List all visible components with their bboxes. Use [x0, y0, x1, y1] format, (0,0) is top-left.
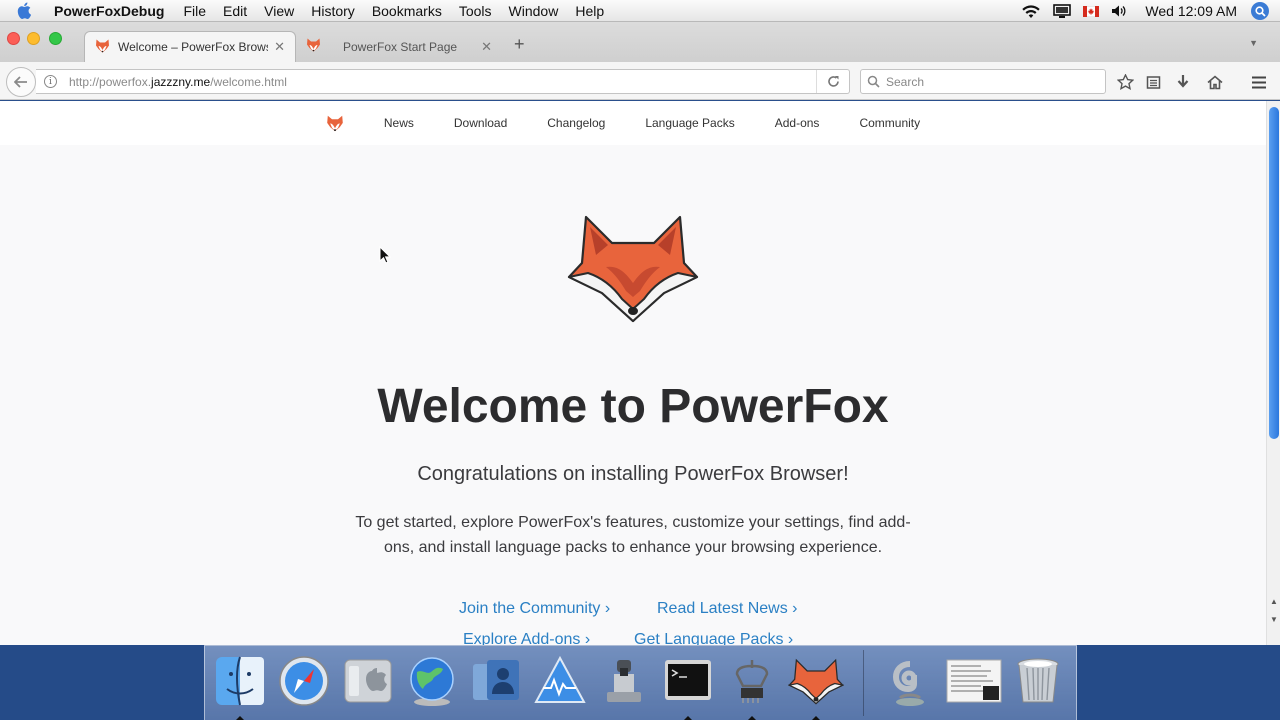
network-globe-icon[interactable] — [403, 652, 461, 710]
fox-favicon-icon — [306, 38, 321, 55]
bookmarks-menu-icon[interactable] — [1143, 72, 1163, 92]
mouse-cursor-icon — [379, 245, 392, 269]
system-preferences-icon[interactable] — [339, 652, 397, 710]
reload-icon[interactable] — [816, 70, 849, 93]
close-tab-icon[interactable]: ✕ — [274, 39, 285, 55]
back-button[interactable] — [6, 67, 36, 97]
tab-welcome[interactable]: Welcome – PowerFox Browser ✕ — [84, 31, 296, 62]
read-latest-news-link[interactable]: Read Latest News › — [657, 600, 798, 618]
wifi-icon[interactable] — [1021, 4, 1041, 19]
powerfox-logo-icon — [566, 211, 700, 328]
fox-favicon-icon — [95, 39, 110, 56]
scrollbar-thumb[interactable] — [1269, 107, 1279, 439]
tab-title: Welcome – PowerFox Browser — [118, 40, 268, 54]
finder-icon[interactable] — [211, 652, 269, 710]
document-icon[interactable] — [945, 652, 1003, 710]
new-tab-button[interactable]: + — [514, 34, 525, 55]
list-all-tabs-icon[interactable]: ▼ — [1249, 38, 1258, 48]
tab-strip: Welcome – PowerFox Browser ✕ PowerFox St… — [0, 22, 1280, 62]
menu-tools[interactable]: Tools — [459, 3, 492, 19]
desktop-background — [0, 645, 1280, 720]
dock — [204, 645, 1077, 720]
nav-link-add-ons[interactable]: Add-ons — [775, 116, 820, 130]
search-placeholder: Search — [886, 74, 925, 89]
nav-link-changelog[interactable]: Changelog — [547, 116, 605, 130]
nav-link-news[interactable]: News — [384, 116, 414, 130]
menu-edit[interactable]: Edit — [223, 3, 247, 19]
nav-link-community[interactable]: Community — [859, 116, 920, 130]
preview-icon[interactable] — [595, 652, 653, 710]
app-menu[interactable]: PowerFoxDebug — [54, 3, 164, 19]
url-domain: jazzzny.me — [151, 74, 211, 89]
window-zoom-button[interactable] — [49, 32, 62, 45]
canada-flag-icon[interactable] — [1083, 5, 1100, 17]
page-title: Welcome to PowerFox — [377, 380, 889, 433]
close-tab-icon[interactable]: ✕ — [481, 39, 492, 55]
url-prefix: http://powerfox. — [69, 74, 152, 89]
volume-icon[interactable] — [1111, 4, 1127, 18]
page-viewport: News Download Changelog Language Packs A… — [0, 101, 1266, 645]
search-input[interactable]: Search — [860, 69, 1106, 94]
url-bar[interactable]: i http://powerfox. jazzzny.me/welcome.htm… — [36, 69, 850, 94]
window-minimize-button[interactable] — [27, 32, 40, 45]
menu-file[interactable]: File — [183, 3, 206, 19]
scroll-up-arrow-icon[interactable]: ▲ — [1270, 597, 1278, 606]
console-warning-icon[interactable] — [531, 652, 589, 710]
mail-icon[interactable] — [881, 652, 939, 710]
menu-help[interactable]: Help — [575, 3, 604, 19]
url-path: /welcome.html — [210, 74, 287, 89]
dock-divider — [863, 650, 864, 716]
network-utility-icon[interactable] — [723, 652, 781, 710]
menu-view[interactable]: View — [264, 3, 294, 19]
nav-link-language-packs[interactable]: Language Packs — [645, 116, 734, 130]
window-close-button[interactable] — [7, 32, 20, 45]
home-icon[interactable] — [1205, 72, 1225, 92]
page-subtitle: Congratulations on installing PowerFox B… — [417, 463, 849, 485]
tab-title: PowerFox Start Page — [343, 39, 458, 54]
site-logo-icon[interactable] — [326, 115, 344, 132]
downloads-icon[interactable] — [1173, 72, 1193, 92]
menu-clock[interactable]: Wed 12:09 AM — [1145, 3, 1237, 19]
scroll-down-arrow-icon[interactable]: ▼ — [1270, 615, 1278, 624]
safari-icon[interactable] — [275, 652, 333, 710]
apple-menu-icon[interactable] — [17, 2, 39, 19]
powerfox-icon[interactable] — [787, 652, 845, 710]
search-icon — [867, 75, 880, 88]
menu-history[interactable]: History — [311, 3, 355, 19]
trash-icon[interactable] — [1009, 652, 1067, 710]
navigation-toolbar: i http://powerfox. jazzzny.me/welcome.htm… — [0, 62, 1280, 100]
site-navigation: News Download Changelog Language Packs A… — [0, 101, 1266, 145]
menu-bookmarks[interactable]: Bookmarks — [372, 3, 442, 19]
nav-link-download[interactable]: Download — [454, 116, 507, 130]
join-community-link[interactable]: Join the Community › — [459, 600, 610, 618]
spotlight-icon[interactable] — [1251, 2, 1269, 20]
terminal-icon[interactable] — [659, 652, 717, 710]
menu-bar: PowerFoxDebug File Edit View History Boo… — [0, 0, 1280, 22]
bookmark-star-icon[interactable] — [1115, 72, 1135, 92]
hamburger-menu-icon[interactable] — [1249, 72, 1269, 92]
menu-window[interactable]: Window — [509, 3, 559, 19]
page-description: To get started, explore PowerFox's featu… — [355, 514, 911, 556]
explore-add-ons-link[interactable]: Explore Add-ons › — [463, 631, 590, 645]
vertical-scrollbar[interactable]: ▲ ▼ — [1266, 101, 1280, 645]
get-language-packs-link[interactable]: Get Language Packs › — [634, 631, 793, 645]
site-info-icon[interactable]: i — [44, 75, 57, 88]
display-mirroring-icon[interactable] — [1053, 4, 1072, 18]
tab-start-page[interactable]: PowerFox Start Page ✕ — [298, 31, 502, 62]
user-accounts-icon[interactable] — [467, 652, 525, 710]
